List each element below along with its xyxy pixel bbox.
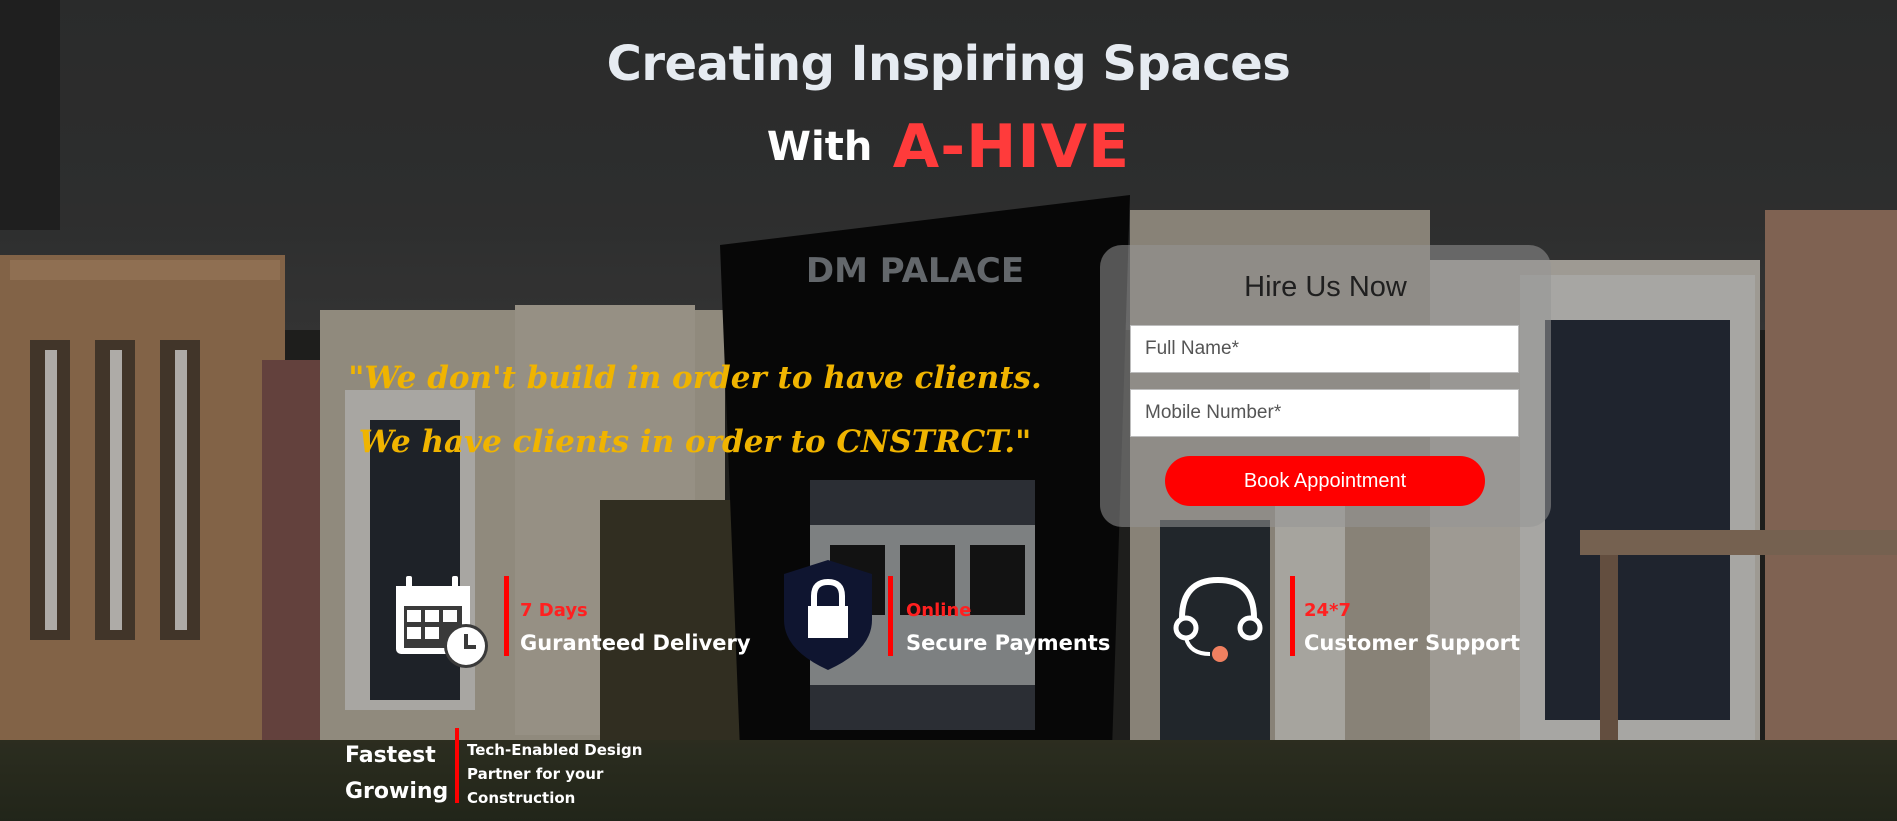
tagline-desc-line-2: Partner for your xyxy=(467,765,604,783)
tagline-heading-line-1: Fastest xyxy=(345,743,436,768)
hire-form-card: Hire Us Now Book Appointment xyxy=(1100,245,1551,527)
calendar-clock-icon xyxy=(396,576,488,668)
shield-lock-icon xyxy=(784,560,872,670)
feature-payments: Online Secure Payments xyxy=(780,560,1120,670)
tagline-divider xyxy=(455,728,459,803)
feature-delivery: 7 Days Guranteed Delivery xyxy=(392,570,751,668)
feature-delivery-highlight: 7 Days xyxy=(520,600,588,621)
form-title: Hire Us Now xyxy=(1244,271,1407,303)
tagline-heading: Fastest Growing xyxy=(345,738,455,810)
mobile-number-input[interactable] xyxy=(1130,389,1519,437)
feature-divider xyxy=(1290,576,1295,656)
hero-subtitle: With A-HIVE xyxy=(0,112,1897,182)
feature-payments-label: Secure Payments xyxy=(906,631,1111,655)
feature-delivery-label: Guranteed Delivery xyxy=(520,631,751,655)
feature-payments-highlight: Online xyxy=(906,600,972,621)
headset-icon xyxy=(1173,576,1263,662)
feature-divider xyxy=(888,576,893,656)
feature-support-label: Customer Support xyxy=(1304,631,1521,655)
hero-with-text: With xyxy=(766,124,873,170)
feature-support-highlight: 24*7 xyxy=(1304,600,1351,621)
quote-line-2: We have clients in order to CNSTRCT." xyxy=(358,424,1032,460)
tagline-desc-line-3: Construction xyxy=(467,789,576,807)
tagline-heading-line-2: Growing xyxy=(345,779,449,804)
tagline-desc-line-1: Tech-Enabled Design xyxy=(467,741,643,759)
brand-name: A-HIVE xyxy=(892,112,1131,182)
full-name-input[interactable] xyxy=(1130,325,1519,373)
book-appointment-button[interactable]: Book Appointment xyxy=(1165,456,1485,506)
brand-quote: "We don't build in order to have clients… xyxy=(330,346,1060,474)
tagline-description: Tech-Enabled Design Partner for your Con… xyxy=(467,738,667,810)
feature-divider xyxy=(504,576,509,656)
feature-support: 24*7 Customer Support xyxy=(1168,570,1520,662)
hero-title: Creating Inspiring Spaces xyxy=(606,36,1291,92)
quote-line-1: "We don't build in order to have clients… xyxy=(348,360,1042,396)
